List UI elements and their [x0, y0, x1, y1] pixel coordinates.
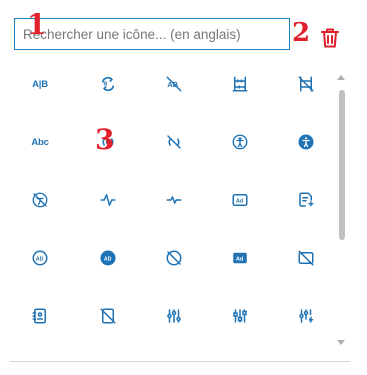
svg-text:B: B: [104, 82, 108, 88]
a-b-icon[interactable]: A|B: [15, 64, 65, 104]
a-b-icon-label: A|B: [32, 78, 48, 90]
ad-filled-icon[interactable]: Ad: [215, 238, 265, 278]
ad-circle-icon[interactable]: AD: [15, 238, 65, 278]
ad-circle-filled-icon[interactable]: AD: [83, 238, 133, 278]
annotation-3: 3: [95, 123, 115, 156]
abc-icon-label: Abc: [31, 136, 49, 148]
access-point-off-icon[interactable]: [149, 122, 199, 162]
ab-testing-off-icon[interactable]: AB: [149, 64, 199, 104]
address-book-off-icon[interactable]: [83, 296, 133, 336]
ad-filled-icon-text: Ad: [236, 257, 244, 263]
ad-circle-filled-icon-text: AD: [104, 256, 112, 262]
ad-icon[interactable]: Ad: [215, 180, 265, 220]
ad-circle-off-icon[interactable]: [149, 238, 199, 278]
accessible-off-icon[interactable]: [15, 180, 65, 220]
accessible-filled-icon[interactable]: [281, 122, 331, 162]
icon-grid: A|B B AB Abc Ad AD AD Ad: [10, 62, 332, 358]
abacus-off-icon[interactable]: [281, 64, 331, 104]
ad-2-icon[interactable]: [281, 180, 331, 220]
scroll-down-arrow[interactable]: [337, 340, 345, 345]
ad-icon-text: Ad: [236, 199, 244, 205]
annotation-2: 2: [292, 18, 311, 48]
activity-heartbeat-icon[interactable]: [149, 180, 199, 220]
scroll-up-arrow[interactable]: [337, 75, 345, 80]
bottom-divider: [10, 361, 350, 362]
accessible-icon[interactable]: [215, 122, 265, 162]
adjustments-alt-icon[interactable]: [215, 296, 265, 336]
ad-off-icon[interactable]: [281, 238, 331, 278]
trash-icon[interactable]: [319, 26, 341, 50]
ab-testing-icon[interactable]: B: [83, 64, 133, 104]
address-book-icon[interactable]: [15, 296, 65, 336]
search-input[interactable]: [15, 19, 289, 49]
scrollbar-thumb[interactable]: [339, 90, 345, 240]
abc-icon[interactable]: Abc: [15, 122, 65, 162]
annotation-1: 1: [27, 8, 47, 41]
ad-circle-icon-text: AD: [36, 256, 44, 262]
abacus-icon[interactable]: [215, 64, 265, 104]
icon-picker: A|B B AB Abc: [0, 0, 367, 375]
search-box[interactable]: [14, 18, 290, 50]
adjustments-icon[interactable]: [149, 296, 199, 336]
activity-icon[interactable]: [83, 180, 133, 220]
adjustments-bolt-icon[interactable]: [281, 296, 331, 336]
